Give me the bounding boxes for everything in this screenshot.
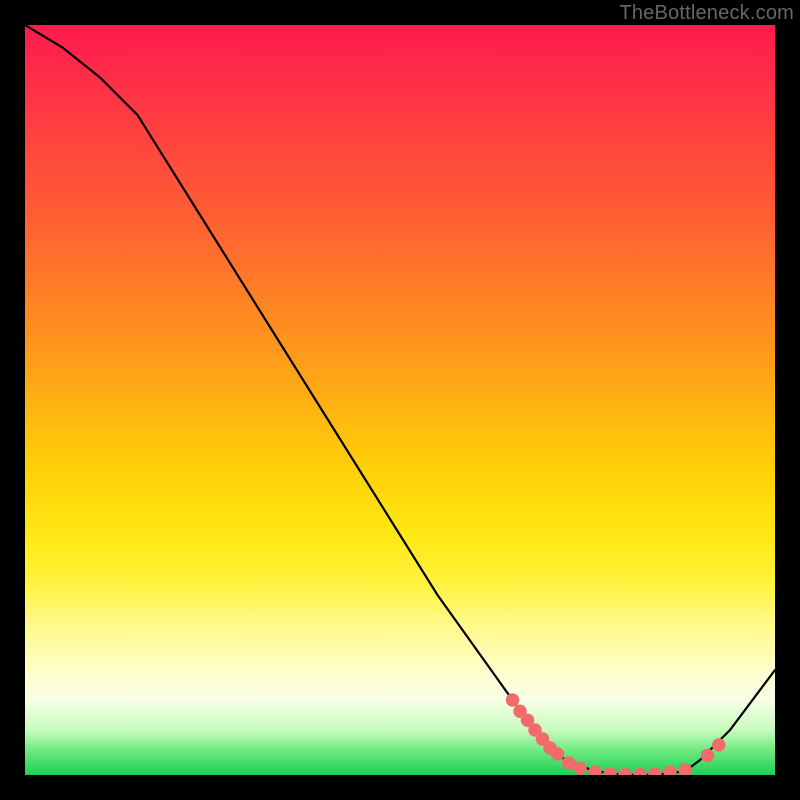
curve-marker: [648, 767, 662, 775]
curve-marker: [603, 767, 617, 775]
curve-marker: [663, 765, 677, 775]
curve-marker: [551, 747, 565, 761]
curve-marker: [506, 693, 520, 707]
curve-marker: [573, 762, 587, 776]
curve-marker: [701, 749, 715, 763]
curve-marker: [618, 768, 632, 775]
chart-frame: TheBottleneck.com: [0, 0, 800, 800]
curve-path: [25, 25, 775, 775]
curve-marker: [633, 768, 647, 775]
curve-marker: [588, 765, 602, 775]
marker-group: [506, 693, 726, 775]
plot-svg: [25, 25, 775, 775]
curve-marker: [678, 763, 692, 775]
plot-area: [25, 25, 775, 775]
curve-marker: [712, 738, 726, 752]
watermark-text: TheBottleneck.com: [619, 2, 794, 25]
